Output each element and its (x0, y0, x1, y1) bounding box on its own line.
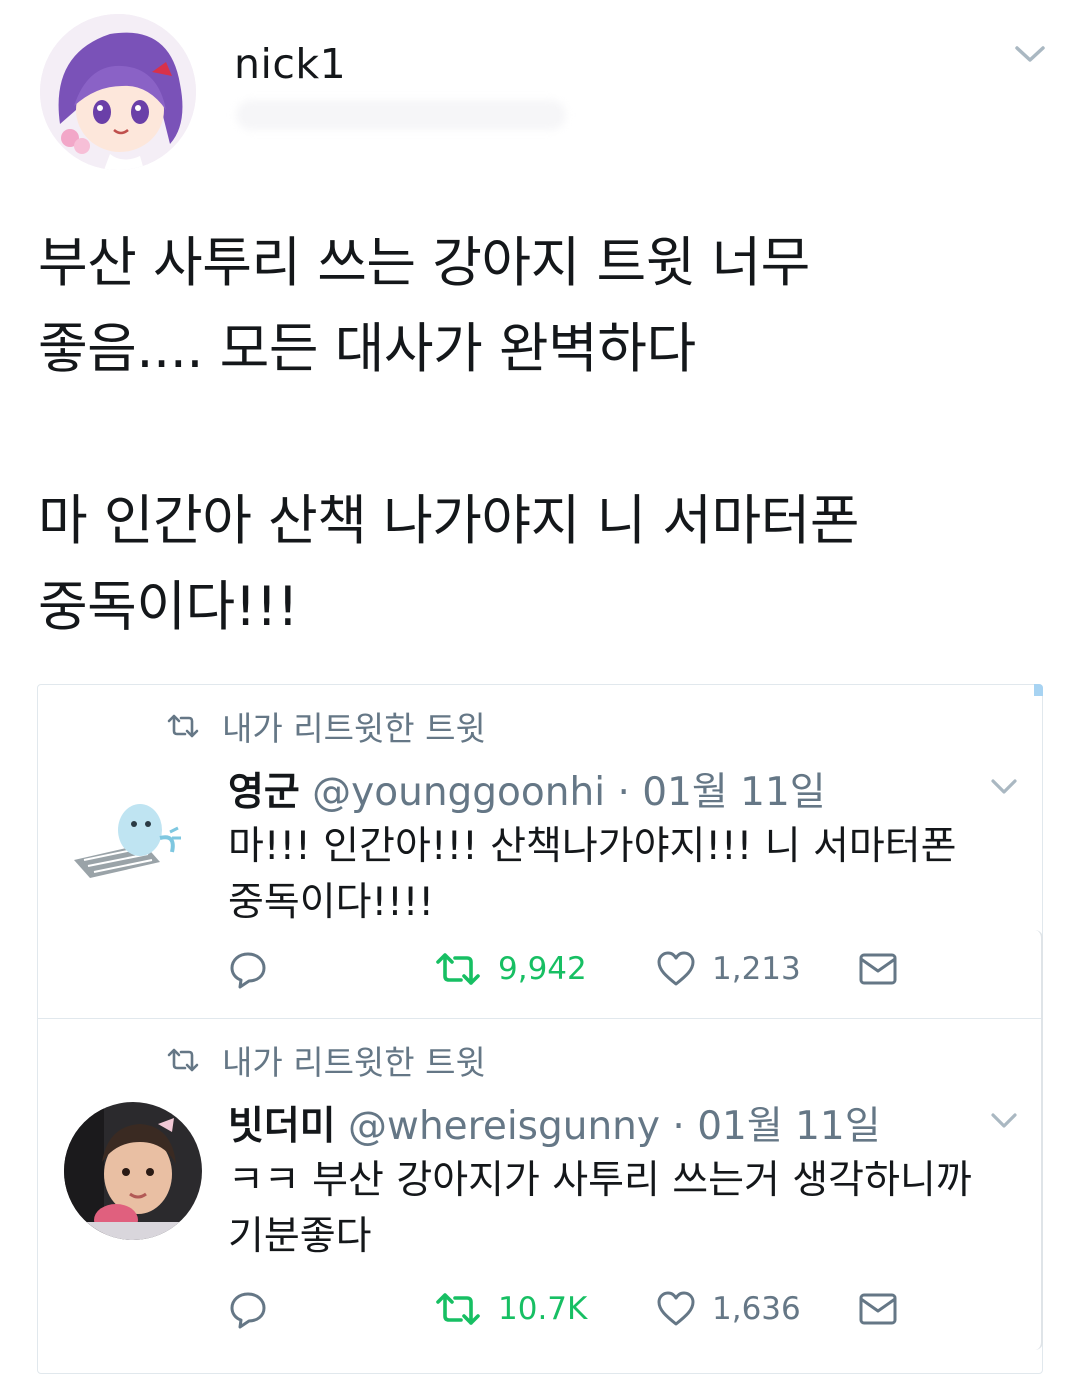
avatar[interactable] (64, 768, 202, 906)
display-name[interactable]: 영군 (228, 770, 300, 815)
reply-button[interactable] (228, 1287, 268, 1331)
retweet-button[interactable]: 10.7K (434, 1287, 587, 1331)
separator-dot: · (617, 770, 630, 815)
like-count: 1,636 (712, 1291, 801, 1327)
avatar[interactable] (40, 14, 196, 170)
reply-icon (230, 1292, 266, 1329)
tweet-date[interactable]: 01월 11일 (697, 1104, 880, 1149)
envelope-icon (859, 1293, 897, 1325)
retweet-button[interactable]: 9,942 (434, 947, 587, 991)
avatar[interactable] (64, 1102, 202, 1240)
list-item[interactable]: 내가 리트윗한 트윗 영군 @younggoonhi · 01월 11일 마!!… (38, 685, 1042, 1019)
retweet-count: 10.7K (498, 1291, 588, 1327)
list-corner-indicator (1034, 684, 1043, 696)
tweet-author-row: 영군 @younggoonhi · 01월 11일 (228, 761, 826, 817)
like-button[interactable]: 1,213 (656, 947, 801, 991)
retweet-icon (436, 1293, 480, 1325)
separator-dot: · (672, 1104, 685, 1149)
chevron-down-icon[interactable] (986, 771, 1022, 801)
direct-message-button[interactable] (858, 947, 898, 991)
tweet-header: nick1 (0, 0, 1080, 190)
scrollbar[interactable] (1035, 930, 1043, 1350)
tweet-actions: 10.7K 1,636 (228, 1287, 928, 1331)
retweet-context-label: 내가 리트윗한 트윗 (222, 1043, 486, 1082)
anime-girl-avatar-image (40, 14, 196, 170)
retweet-context-label: 내가 리트윗한 트윗 (222, 709, 486, 748)
chevron-down-icon[interactable] (1010, 36, 1050, 70)
retweet-icon (167, 714, 199, 738)
username[interactable]: nick1 (234, 40, 346, 88)
user-handle[interactable]: @whereisgunny (348, 1104, 660, 1149)
retweet-list: 내가 리트윗한 트윗 영군 @younggoonhi · 01월 11일 마!!… (37, 684, 1043, 1374)
retweet-icon (167, 1048, 199, 1072)
tweet-actions: 9,942 1,213 (228, 947, 928, 991)
list-item[interactable]: 내가 리트윗한 트윗 빗더미 @whereisgunny · 01월 11일 ㅋ… (38, 1019, 1042, 1373)
retweet-context: 내가 리트윗한 트윗 (166, 1039, 486, 1082)
retweet-context: 내가 리트윗한 트윗 (166, 705, 486, 748)
tweet-date[interactable]: 01월 11일 (642, 770, 825, 815)
profile-photo-avatar-image (64, 1102, 202, 1240)
retweet-text: ㅋㅋ 부산 강아지가 사투리 쓰는거 생각하니까 기분좋다 (228, 1158, 972, 1259)
retweet-count: 9,942 (498, 951, 587, 987)
tweet-text: 부산 사투리 쓰는 강아지 트윗 너무 좋음.... 모든 대사가 완벽하다 마… (38, 231, 860, 638)
envelope-icon (859, 953, 897, 985)
blurred-handle (236, 100, 566, 130)
reply-icon (230, 952, 266, 989)
reply-button[interactable] (228, 947, 268, 991)
display-name[interactable]: 빗더미 (228, 1104, 336, 1149)
retweet-text: 마!!! 인간아!!! 산책나가야지!!! 니 서마터폰 중독이다!!!! (228, 824, 957, 925)
direct-message-button[interactable] (858, 1287, 898, 1331)
heart-icon (657, 1291, 695, 1326)
user-handle[interactable]: @younggoonhi (312, 770, 605, 815)
heart-icon (657, 951, 695, 986)
like-count: 1,213 (712, 951, 801, 987)
like-button[interactable]: 1,636 (656, 1287, 801, 1331)
tweet-author-row: 빗더미 @whereisgunny · 01월 11일 (228, 1095, 881, 1151)
chevron-down-icon[interactable] (986, 1105, 1022, 1135)
cartoon-keyboard-avatar-image (64, 768, 202, 906)
retweet-icon (436, 953, 480, 985)
